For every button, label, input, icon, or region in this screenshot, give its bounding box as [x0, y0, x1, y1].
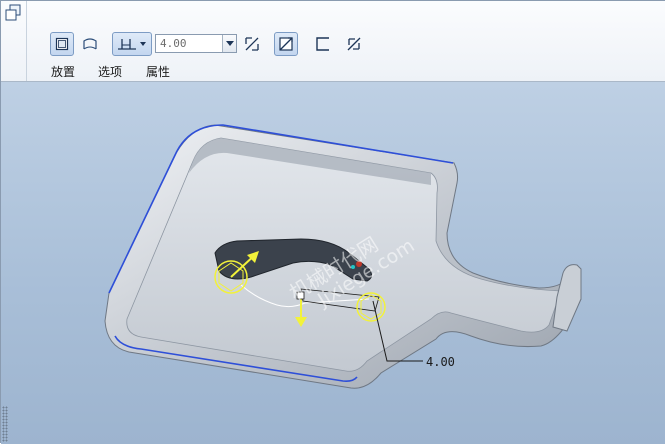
solid-button[interactable]: [50, 32, 74, 56]
chevron-down-icon: [225, 40, 234, 46]
tab-properties[interactable]: 属性: [146, 63, 170, 80]
thicken-button[interactable]: [312, 32, 334, 56]
model-view: 4.00 机械时代网 Jixiege.com: [104, 124, 582, 389]
remove-material-icon: [279, 37, 293, 51]
tray-handle-tab[interactable]: [552, 264, 582, 332]
thicken-icon: [316, 37, 329, 51]
graphics-viewport[interactable]: 4.00 机械时代网 Jixiege.com: [1, 82, 665, 444]
blind-depth-icon: [118, 39, 136, 50]
depth-option-button[interactable]: [112, 32, 152, 56]
resize-grip[interactable]: [2, 406, 8, 442]
flip-direction-button[interactable]: [241, 32, 263, 56]
flip-thicken-button[interactable]: [343, 32, 365, 56]
tab-options[interactable]: 选项: [98, 63, 122, 80]
solid-cut-icon: [55, 37, 69, 51]
depth-dimension-label[interactable]: 4.00: [426, 355, 455, 369]
remove-material-button[interactable]: [274, 32, 298, 56]
flip-thicken-icon: [347, 37, 361, 51]
extrude-dashboard: 4.00 放置 选项 属性: [1, 1, 665, 82]
surface-button[interactable]: [78, 32, 102, 56]
toolbar-separator: [26, 1, 27, 81]
tab-placement[interactable]: 放置: [51, 63, 75, 80]
dashboard-icon[interactable]: [4, 4, 22, 22]
dropdown-arrow-icon: [140, 42, 146, 46]
surface-icon: [83, 38, 97, 50]
depth-value-text: 4.00: [160, 37, 187, 50]
depth-value-field[interactable]: 4.00: [155, 34, 237, 53]
flip-direction-icon: [245, 37, 259, 51]
app-window: 4.00 放置 选项 属性 4.00 机械时代网 Jixiege.com: [0, 0, 665, 444]
depth-dropdown-button[interactable]: [222, 35, 236, 52]
